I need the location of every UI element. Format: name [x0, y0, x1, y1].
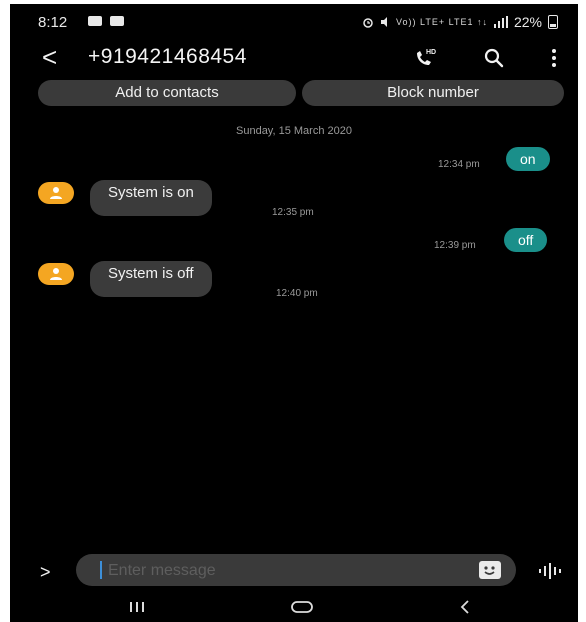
gallery-notification-icon: [110, 16, 124, 26]
add-to-contacts-button[interactable]: Add to contacts: [38, 80, 296, 106]
expand-attachments-button[interactable]: >: [40, 562, 51, 583]
hd-call-icon[interactable]: HD: [410, 44, 438, 72]
message-notification-icon: [88, 16, 102, 26]
conversation-date: Sunday, 15 March 2020: [236, 125, 352, 137]
notification-icons: [88, 16, 124, 26]
message-input[interactable]: [106, 554, 450, 588]
back-nav-icon[interactable]: [458, 600, 472, 614]
network-text: Vo)) LTE+ LTE1 ↑↓: [396, 17, 488, 27]
block-number-button[interactable]: Block number: [302, 80, 564, 106]
battery-percent: 22%: [513, 14, 542, 30]
received-message-bubble[interactable]: System is on: [90, 180, 212, 216]
message-time: 12:35 pm: [272, 207, 314, 218]
messages-app-screen: 8:12 Vo)) LTE+ LTE1 ↑↓ 22% < +9194214684…: [10, 4, 578, 622]
alarm-icon: [363, 18, 373, 28]
status-time: 8:12: [38, 14, 68, 31]
received-message-bubble[interactable]: System is off: [90, 261, 212, 297]
voice-input-icon[interactable]: [538, 562, 564, 580]
search-icon[interactable]: [480, 44, 508, 72]
mute-icon: [381, 17, 388, 27]
contact-phone-number: +919421468454: [88, 45, 247, 68]
status-bar: 8:12 Vo)) LTE+ LTE1 ↑↓ 22%: [10, 4, 578, 40]
system-navigation-bar: [10, 596, 578, 622]
contact-avatar-icon[interactable]: [38, 182, 74, 204]
sticker-icon[interactable]: [478, 560, 502, 580]
message-composer: [76, 554, 516, 588]
back-button[interactable]: <: [42, 42, 57, 72]
status-right: Vo)) LTE+ LTE1 ↑↓ 22%: [362, 14, 558, 30]
svg-text:HD: HD: [426, 49, 436, 56]
message-time: 12:40 pm: [276, 288, 318, 299]
signal-icon: [493, 16, 508, 28]
conversation-header: < +919421468454 HD: [10, 40, 578, 76]
message-time: 12:39 pm: [434, 240, 476, 251]
more-options-icon[interactable]: [540, 44, 568, 72]
battery-icon: [548, 15, 558, 29]
contact-avatar-icon[interactable]: [38, 263, 74, 285]
message-time: 12:34 pm: [438, 159, 480, 170]
recent-apps-icon[interactable]: [128, 600, 146, 614]
text-cursor: [100, 561, 102, 579]
home-icon[interactable]: [290, 600, 314, 614]
contact-actions: Add to contacts Block number: [38, 80, 564, 106]
sent-message-bubble[interactable]: off: [504, 228, 548, 252]
sent-message-bubble[interactable]: on: [506, 147, 550, 171]
